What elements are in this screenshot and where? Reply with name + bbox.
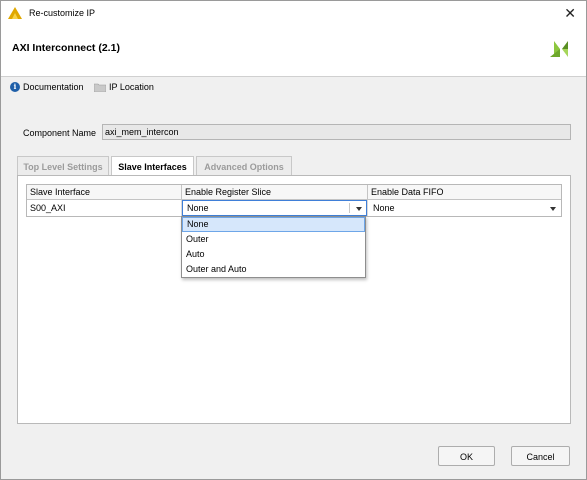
data-fifo-value: None bbox=[373, 203, 395, 213]
data-fifo-select[interactable]: None bbox=[368, 200, 561, 216]
table-header: Slave Interface Enable Register Slice En… bbox=[27, 185, 561, 200]
dropdown-option-none[interactable]: None bbox=[182, 217, 365, 232]
register-slice-value: None bbox=[187, 203, 209, 213]
documentation-label: Documentation bbox=[23, 82, 84, 92]
tab-slave-interfaces[interactable]: Slave Interfaces bbox=[111, 156, 194, 177]
register-slice-select[interactable]: None bbox=[182, 200, 367, 216]
info-icon: i bbox=[10, 82, 20, 92]
table-row: S00_AXI None None bbox=[27, 200, 561, 216]
close-icon[interactable]: ✕ bbox=[564, 5, 576, 21]
chevron-down-icon[interactable] bbox=[550, 207, 556, 211]
cancel-button[interactable]: Cancel bbox=[511, 446, 570, 466]
register-slice-dropdown-list: None Outer Auto Outer and Auto bbox=[181, 216, 366, 278]
ok-button[interactable]: OK bbox=[438, 446, 495, 466]
dropdown-option-outer[interactable]: Outer bbox=[182, 232, 365, 247]
vivado-app-icon bbox=[8, 7, 22, 19]
column-header-slave-interface: Slave Interface bbox=[27, 185, 182, 199]
tab-advanced-options[interactable]: Advanced Options bbox=[196, 156, 292, 176]
tab-top-level-settings[interactable]: Top Level Settings bbox=[17, 156, 109, 176]
ip-header: AXI Interconnect (2.1) bbox=[1, 26, 586, 77]
slave-interfaces-table: Slave Interface Enable Register Slice En… bbox=[26, 184, 562, 217]
window-title: Re-customize IP bbox=[29, 8, 96, 18]
slave-interface-cell: S00_AXI bbox=[27, 200, 182, 216]
ip-links-bar: i Documentation IP Location bbox=[1, 77, 586, 103]
re-customize-ip-dialog: Re-customize IP ✕ AXI Interconnect (2.1)… bbox=[0, 0, 587, 480]
dropdown-option-outer-and-auto[interactable]: Outer and Auto bbox=[182, 262, 365, 277]
column-header-register-slice: Enable Register Slice bbox=[182, 185, 368, 199]
component-name-label: Component Name bbox=[23, 128, 97, 138]
chevron-down-icon[interactable] bbox=[356, 207, 362, 211]
ip-location-link[interactable]: IP Location bbox=[94, 82, 154, 92]
register-slice-cell: None bbox=[182, 200, 368, 216]
xilinx-logo-icon bbox=[550, 41, 568, 57]
combo-separator bbox=[349, 203, 350, 213]
documentation-link[interactable]: i Documentation bbox=[10, 82, 84, 92]
title-bar: Re-customize IP ✕ bbox=[1, 1, 586, 26]
column-header-data-fifo: Enable Data FIFO bbox=[371, 187, 444, 197]
folder-icon bbox=[94, 83, 106, 92]
component-name-field[interactable]: axi_mem_intercon bbox=[102, 124, 571, 140]
ip-title: AXI Interconnect (2.1) bbox=[12, 42, 120, 54]
ip-location-label: IP Location bbox=[109, 82, 154, 92]
dropdown-option-auto[interactable]: Auto bbox=[182, 247, 365, 262]
